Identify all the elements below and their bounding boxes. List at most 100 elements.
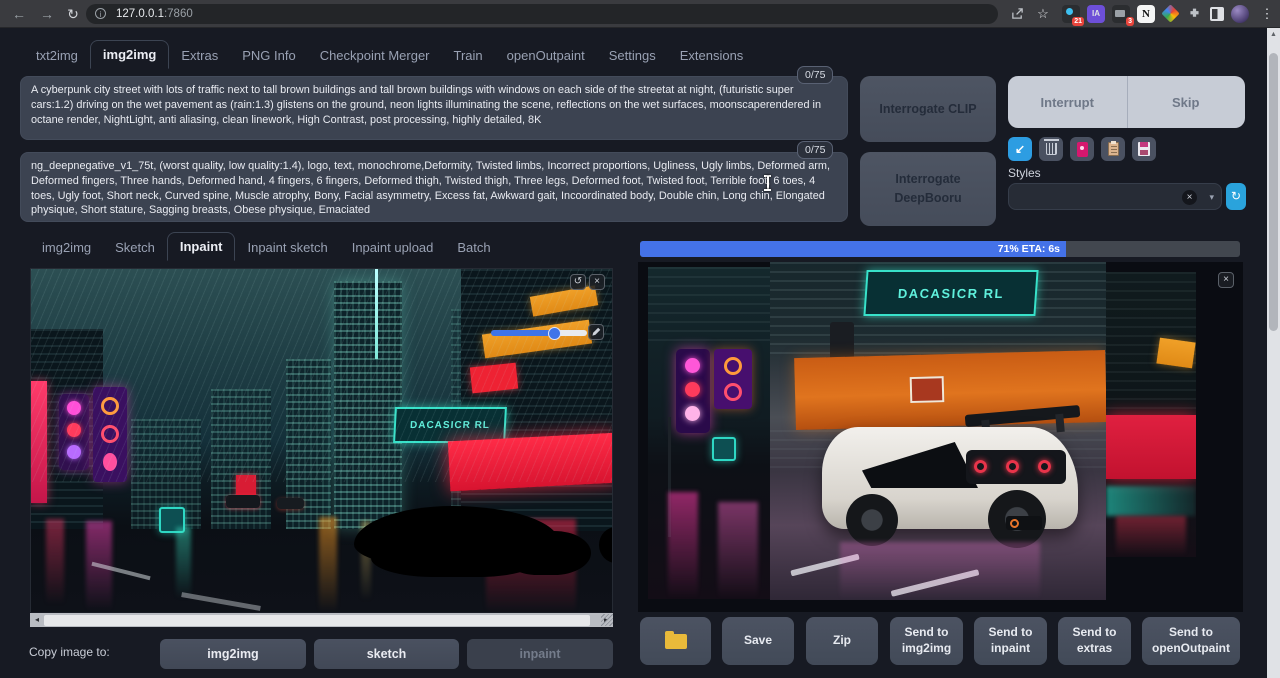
scroll-left-icon[interactable]: ◂ bbox=[30, 613, 44, 627]
tab-mode-inpaint[interactable]: Inpaint bbox=[167, 232, 236, 261]
extension-icon-ia[interactable]: IA bbox=[1087, 5, 1105, 23]
extension-icon-2[interactable]: 3 bbox=[1112, 5, 1130, 23]
canvas-horizontal-scrollbar[interactable]: ◂ ▸ bbox=[30, 613, 613, 627]
close-preview-button[interactable]: × bbox=[1218, 272, 1234, 288]
extension-icon-1[interactable]: 21 bbox=[1062, 5, 1080, 23]
folder-icon bbox=[665, 634, 687, 649]
scrollbar-up-icon[interactable]: ▲ bbox=[1267, 28, 1280, 41]
tab-png-info[interactable]: PNG Info bbox=[230, 42, 307, 69]
send-to-openoutpaint-button[interactable]: Send to openOutpaint bbox=[1142, 617, 1240, 665]
tab-openoutpaint[interactable]: openOutpaint bbox=[495, 42, 597, 69]
browser-reload-button[interactable]: ↻ bbox=[62, 3, 84, 25]
tab-mode-inpaint-sketch[interactable]: Inpaint sketch bbox=[235, 234, 339, 261]
tab-txt2img[interactable]: txt2img bbox=[24, 42, 90, 69]
progress-label: 71% ETA: 6s bbox=[998, 243, 1060, 255]
tab-img2img[interactable]: img2img bbox=[90, 40, 169, 69]
lane-marking bbox=[181, 592, 261, 611]
street-car bbox=[277, 498, 304, 509]
clear-prompt-button[interactable] bbox=[1039, 137, 1063, 161]
preview-background-left bbox=[648, 267, 770, 599]
undo-button[interactable]: ↺ bbox=[570, 274, 586, 290]
browser-back-button[interactable]: ← bbox=[8, 3, 30, 25]
tail-light bbox=[1038, 460, 1051, 473]
styles-label: Styles bbox=[1008, 166, 1041, 180]
tail-light bbox=[974, 460, 987, 473]
neon-dot bbox=[685, 406, 700, 421]
negative-prompt-token-counter: 0/75 bbox=[797, 141, 833, 159]
progress-fill: 71% ETA: 6s bbox=[640, 241, 1066, 257]
interrupt-button[interactable]: Interrupt bbox=[1008, 76, 1127, 128]
reflection bbox=[840, 542, 1040, 600]
tab-mode-img2img[interactable]: img2img bbox=[30, 234, 103, 261]
reflection bbox=[718, 502, 758, 599]
reflection bbox=[668, 492, 698, 599]
tab-extensions[interactable]: Extensions bbox=[668, 42, 756, 69]
scrollbar-thumb[interactable] bbox=[44, 615, 590, 626]
neon-sign bbox=[714, 349, 752, 409]
building-floors bbox=[648, 267, 770, 347]
zip-button[interactable]: Zip bbox=[806, 617, 878, 665]
open-folder-button[interactable] bbox=[640, 617, 711, 665]
page-scrollbar[interactable]: ▲ bbox=[1267, 28, 1280, 678]
save-button[interactable]: Save bbox=[722, 617, 794, 665]
refresh-styles-button[interactable]: ↻ bbox=[1226, 183, 1246, 210]
tab-mode-batch[interactable]: Batch bbox=[445, 234, 502, 261]
rain-overlay bbox=[31, 269, 612, 482]
preview-background-right bbox=[1106, 272, 1196, 557]
neon-ring bbox=[724, 357, 742, 375]
reflection bbox=[176, 527, 191, 599]
interrogate-clip-button[interactable]: Interrogate CLIP bbox=[860, 76, 996, 142]
clear-image-button[interactable]: × bbox=[589, 274, 605, 290]
copy-to-img2img-button[interactable]: img2img bbox=[160, 639, 306, 669]
bookmark-star-icon[interactable]: ☆ bbox=[1034, 5, 1052, 23]
slider-knob[interactable] bbox=[548, 327, 561, 340]
url-port: :7860 bbox=[164, 8, 193, 20]
copy-to-inpaint-button[interactable]: inpaint bbox=[467, 639, 613, 669]
tab-train[interactable]: Train bbox=[442, 42, 495, 69]
paste-generation-params-button[interactable]: ↙ bbox=[1008, 137, 1032, 161]
neon-sign bbox=[1156, 338, 1195, 369]
teal-glow bbox=[1106, 486, 1196, 516]
tab-settings[interactable]: Settings bbox=[597, 42, 668, 69]
tab-mode-sketch[interactable]: Sketch bbox=[103, 234, 167, 261]
clear-styles-icon[interactable]: × bbox=[1182, 190, 1197, 205]
clipboard-icon bbox=[1108, 142, 1119, 156]
send-to-extras-button[interactable]: Send to extras bbox=[1058, 617, 1131, 665]
tab-extras[interactable]: Extras bbox=[169, 42, 230, 69]
site-info-icon[interactable]: i bbox=[95, 8, 106, 19]
save-style-button[interactable] bbox=[1132, 137, 1156, 161]
tab-mode-inpaint-upload[interactable]: Inpaint upload bbox=[340, 234, 446, 261]
copy-to-sketch-button[interactable]: sketch bbox=[314, 639, 459, 669]
canvas-resize-handle[interactable] bbox=[601, 614, 613, 626]
negative-prompt-input[interactable]: ng_deepnegative_v1_75t, (worst quality, … bbox=[20, 152, 848, 222]
inpaint-canvas[interactable]: DACASICR RL bbox=[30, 268, 613, 612]
car-rear-panel bbox=[966, 450, 1066, 484]
send-to-img2img-button[interactable]: Send to img2img bbox=[890, 617, 963, 665]
interrogate-deepbooru-button[interactable]: Interrogate DeepBooru bbox=[860, 152, 996, 226]
prompt-input[interactable]: A cyberpunk city street with lots of tra… bbox=[20, 76, 848, 140]
styles-dropdown[interactable]: × ▾ bbox=[1008, 183, 1222, 210]
share-icon[interactable] bbox=[1008, 5, 1026, 23]
car-exhaust bbox=[1006, 516, 1042, 530]
browser-forward-button[interactable]: → bbox=[36, 3, 58, 25]
skip-button[interactable]: Skip bbox=[1127, 76, 1246, 128]
send-to-inpaint-button[interactable]: Send to inpaint bbox=[974, 617, 1047, 665]
url-host: 127.0.0.1 bbox=[116, 8, 164, 20]
notion-extension-icon[interactable]: N bbox=[1137, 5, 1155, 23]
street-car bbox=[226, 495, 260, 508]
profile-avatar[interactable] bbox=[1231, 5, 1249, 23]
storefront-sign: DACASICR RL bbox=[863, 270, 1038, 316]
extensions-puzzle-icon[interactable] bbox=[1185, 5, 1203, 23]
chevron-down-icon[interactable]: ▾ bbox=[1209, 190, 1214, 205]
browser-menu-icon[interactable]: ⋮ bbox=[1258, 5, 1276, 23]
colorful-extension-icon[interactable] bbox=[1161, 5, 1179, 23]
tab-checkpoint-merger[interactable]: Checkpoint Merger bbox=[308, 42, 442, 69]
scrollbar-thumb[interactable] bbox=[1269, 53, 1278, 331]
sidebar-toggle-icon[interactable] bbox=[1208, 5, 1226, 23]
live-preview-area: DACASICR RL bbox=[638, 262, 1243, 612]
brush-tool-button[interactable] bbox=[588, 324, 604, 340]
brush-size-slider[interactable] bbox=[491, 330, 587, 336]
apply-styles-button[interactable] bbox=[1101, 137, 1125, 161]
extra-networks-button[interactable] bbox=[1070, 137, 1094, 161]
address-bar[interactable]: i 127.0.0.1:7860 bbox=[86, 4, 998, 24]
